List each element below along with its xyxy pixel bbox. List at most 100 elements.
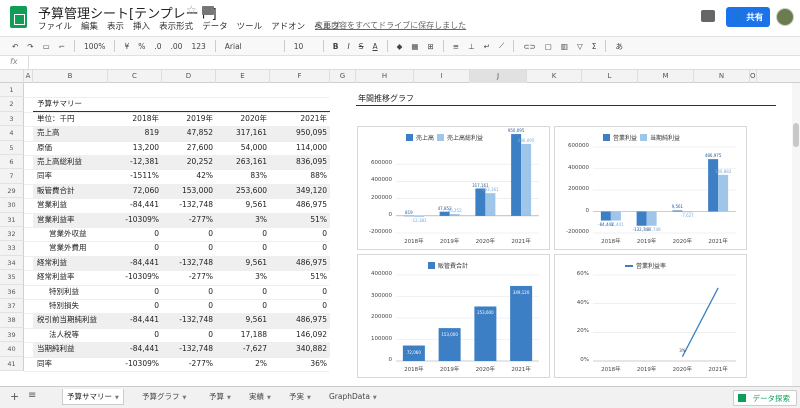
- value-cell[interactable]: 819: [108, 126, 162, 140]
- row-header[interactable]: 34: [0, 255, 24, 271]
- value-cell[interactable]: 486,975: [270, 313, 330, 327]
- column-header-cell[interactable]: H: [356, 70, 414, 83]
- value-cell[interactable]: -12,381: [108, 155, 162, 169]
- sheet-tab[interactable]: 予実 ▼: [285, 389, 315, 405]
- value-cell[interactable]: 54,000: [216, 141, 270, 155]
- row-label[interactable]: 売上高総利益: [37, 155, 107, 169]
- value-cell[interactable]: 0: [162, 328, 216, 342]
- share-button[interactable]: 👤 共有: [726, 7, 770, 27]
- chart-4[interactable]: 営業利益率 0% 20% 40% 60% 2018年 2019年 2020年 2021年 3%: [554, 254, 747, 378]
- value-cell[interactable]: -84,441: [108, 256, 162, 270]
- row-header[interactable]: 3: [0, 111, 24, 127]
- value-cell[interactable]: 0: [162, 241, 216, 255]
- value-cell[interactable]: 114,000: [270, 141, 330, 155]
- row-header[interactable]: 31: [0, 212, 24, 227]
- value-cell[interactable]: 36%: [270, 357, 330, 371]
- comment-insert-icon[interactable]: ▢: [545, 42, 552, 51]
- value-cell[interactable]: 9,561: [216, 256, 270, 270]
- value-cell[interactable]: [216, 83, 270, 97]
- row-label[interactable]: 同率: [37, 357, 107, 371]
- row-label[interactable]: 営業利益率: [37, 213, 107, 227]
- value-cell[interactable]: 950,095: [270, 126, 330, 140]
- undo-icon[interactable]: ↶: [12, 42, 18, 51]
- filter-icon[interactable]: ▽: [577, 42, 583, 51]
- value-cell[interactable]: 2%: [216, 357, 270, 371]
- value-cell[interactable]: -10309%: [108, 357, 162, 371]
- scrollbar-thumb[interactable]: [793, 123, 799, 147]
- borders-icon[interactable]: ▦: [411, 42, 418, 51]
- formula-input[interactable]: [32, 57, 792, 69]
- menu-item[interactable]: アドオン: [271, 20, 305, 32]
- row-header[interactable]: 6: [0, 155, 24, 170]
- value-cell[interactable]: [270, 83, 330, 97]
- comment-icon[interactable]: [701, 10, 715, 22]
- chart-icon[interactable]: ▥: [561, 42, 568, 51]
- value-cell[interactable]: 253,600: [216, 184, 270, 198]
- print-icon[interactable]: ▭: [43, 42, 50, 51]
- value-cell[interactable]: 146,092: [270, 328, 330, 342]
- value-cell[interactable]: -1511%: [108, 169, 162, 183]
- row-label[interactable]: 原価: [37, 141, 107, 155]
- text-color-button[interactable]: A: [372, 42, 377, 51]
- percent-button[interactable]: %: [138, 42, 145, 51]
- value-cell[interactable]: -277%: [162, 357, 216, 371]
- row-label[interactable]: 同率: [37, 169, 107, 183]
- value-cell[interactable]: -84,441: [108, 198, 162, 212]
- bold-button[interactable]: B: [333, 42, 339, 51]
- value-cell[interactable]: 0: [216, 299, 270, 313]
- value-cell[interactable]: 486,975: [270, 256, 330, 270]
- redo-icon[interactable]: ↷: [27, 42, 33, 51]
- column-header-cell[interactable]: N: [694, 70, 750, 83]
- italic-button[interactable]: I: [348, 42, 350, 51]
- row-header[interactable]: 37: [0, 299, 24, 314]
- all-sheets-icon[interactable]: ≡: [28, 390, 36, 401]
- chevron-down-icon[interactable]: ▼: [183, 395, 187, 401]
- value-cell[interactable]: -132,748: [162, 313, 216, 327]
- value-cell[interactable]: -277%: [162, 213, 216, 227]
- value-cell[interactable]: 47,852: [162, 126, 216, 140]
- value-cell[interactable]: -84,441: [108, 342, 162, 356]
- value-cell[interactable]: 0: [108, 227, 162, 241]
- font-size-select[interactable]: 10: [294, 42, 314, 51]
- row-header[interactable]: 5: [0, 140, 24, 155]
- column-header-cell[interactable]: I: [414, 70, 470, 83]
- value-cell[interactable]: -84,441: [108, 313, 162, 327]
- row-header[interactable]: 35: [0, 270, 24, 285]
- value-cell[interactable]: 0: [162, 227, 216, 241]
- value-cell[interactable]: 27,600: [162, 141, 216, 155]
- chevron-down-icon[interactable]: ▼: [115, 395, 119, 401]
- select-all-corner[interactable]: [0, 70, 24, 83]
- column-header-cell[interactable]: L: [582, 70, 638, 83]
- value-cell[interactable]: -277%: [162, 270, 216, 284]
- column-header-cell[interactable]: C: [108, 70, 162, 83]
- menu-item[interactable]: ツール: [237, 20, 263, 32]
- value-cell[interactable]: 0: [108, 299, 162, 313]
- value-cell[interactable]: -132,748: [162, 342, 216, 356]
- value-cell[interactable]: [162, 83, 216, 97]
- value-cell[interactable]: 72,060: [108, 184, 162, 198]
- row-header[interactable]: 40: [0, 342, 24, 357]
- value-cell[interactable]: 0: [216, 241, 270, 255]
- fill-color-icon[interactable]: ◆: [397, 42, 403, 51]
- row-header[interactable]: 4: [0, 126, 24, 141]
- column-header-cell[interactable]: K: [527, 70, 582, 83]
- avatar[interactable]: [776, 8, 794, 26]
- value-cell[interactable]: 0: [216, 227, 270, 241]
- row-header[interactable]: 2: [0, 97, 24, 112]
- row-label[interactable]: 販管費合計: [37, 184, 107, 198]
- value-cell[interactable]: [108, 97, 162, 111]
- row-label[interactable]: 経常利益: [37, 256, 107, 270]
- sheet-tab[interactable]: GraphData ▼: [325, 389, 381, 405]
- menu-item[interactable]: ファイル: [38, 20, 72, 32]
- row-header[interactable]: 32: [0, 227, 24, 242]
- value-cell[interactable]: 9,561: [216, 313, 270, 327]
- column-header-cell[interactable]: O: [750, 70, 757, 83]
- value-cell[interactable]: [216, 97, 270, 111]
- sheet-tab[interactable]: 実績 ▼: [245, 389, 275, 405]
- value-cell[interactable]: 340,882: [270, 342, 330, 356]
- row-label[interactable]: 営業利益: [37, 198, 107, 212]
- row-label[interactable]: 予算サマリー: [37, 97, 107, 111]
- value-cell[interactable]: [108, 83, 162, 97]
- column-header-cell[interactable]: D: [162, 70, 216, 83]
- value-cell[interactable]: [162, 97, 216, 111]
